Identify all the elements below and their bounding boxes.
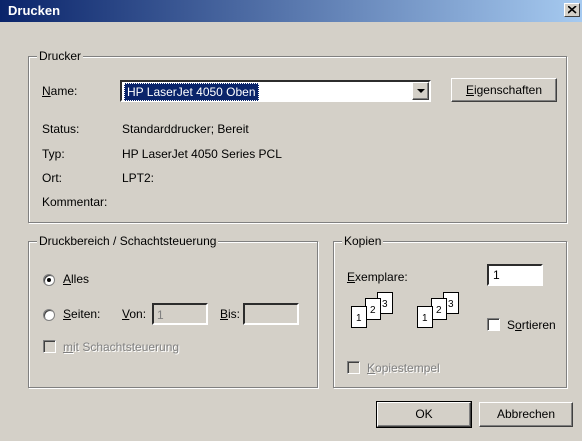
copies-count-field[interactable]: 1 bbox=[487, 264, 543, 286]
printer-select-value: HP LaserJet 4050 Oben bbox=[124, 83, 259, 101]
copy-stamp-label: Kopiestempel bbox=[367, 361, 440, 375]
all-radio-label[interactable]: Alles bbox=[63, 272, 89, 286]
printer-group-label: Drucker bbox=[37, 49, 84, 63]
comment-label: Kommentar: bbox=[42, 195, 108, 209]
page-icon: 2 bbox=[431, 298, 447, 320]
copy-stamp-checkbox[interactable] bbox=[347, 361, 360, 374]
page-icon: 2 bbox=[365, 298, 381, 320]
close-button[interactable] bbox=[564, 3, 580, 17]
window-title: Drucken bbox=[8, 3, 61, 18]
location-value: LPT2: bbox=[122, 171, 155, 185]
tray-control-label: mit Schachtsteuerung bbox=[63, 340, 180, 354]
properties-button-label: Eigenschaften bbox=[465, 83, 543, 97]
collate-illustration-icon: 3 2 1 bbox=[411, 292, 471, 340]
cancel-button-label: Abbrechen bbox=[496, 407, 556, 421]
copies-count-value: 1 bbox=[493, 268, 500, 282]
collate-illustration-icon: 3 2 1 bbox=[345, 292, 405, 340]
type-value: HP LaserJet 4050 Series PCL bbox=[122, 147, 282, 161]
cancel-button[interactable]: Abbrechen bbox=[479, 402, 573, 427]
pages-radio-label[interactable]: Seiten: bbox=[63, 307, 100, 321]
title-bar: Drucken bbox=[0, 0, 582, 22]
from-field-value: 1 bbox=[157, 308, 164, 322]
ok-button[interactable]: OK bbox=[376, 401, 472, 428]
location-label: Ort: bbox=[42, 171, 62, 185]
radio-selected-dot bbox=[47, 278, 51, 282]
to-field[interactable] bbox=[243, 303, 299, 325]
copies-group-label: Kopien bbox=[342, 234, 384, 248]
from-label: Von: bbox=[122, 307, 147, 321]
collate-checkbox[interactable] bbox=[487, 318, 500, 331]
copies-count-label: Exemplare: bbox=[347, 270, 408, 284]
collate-label[interactable]: Sortieren bbox=[507, 318, 556, 332]
chevron-down-icon bbox=[417, 89, 425, 93]
pages-radio[interactable] bbox=[43, 309, 55, 321]
status-value: Standarddrucker; Bereit bbox=[122, 122, 249, 136]
page-icon: 1 bbox=[417, 306, 433, 328]
printer-dropdown-button[interactable] bbox=[412, 82, 429, 100]
status-label: Status: bbox=[42, 122, 80, 136]
tray-control-checkbox[interactable] bbox=[43, 340, 56, 353]
properties-button[interactable]: Eigenschaften bbox=[451, 78, 557, 102]
ok-button-label: OK bbox=[415, 407, 433, 421]
page-icon: 1 bbox=[351, 306, 367, 328]
print-range-group-label: Druckbereich / Schachtsteuerung bbox=[37, 234, 219, 248]
from-field[interactable]: 1 bbox=[152, 303, 208, 325]
printer-name-label: Name: bbox=[42, 84, 78, 98]
to-label: Bis: bbox=[220, 307, 241, 321]
type-label: Typ: bbox=[42, 147, 65, 161]
printer-select[interactable]: HP LaserJet 4050 Oben bbox=[120, 80, 431, 102]
all-radio[interactable] bbox=[43, 274, 55, 286]
close-icon bbox=[568, 6, 577, 14]
